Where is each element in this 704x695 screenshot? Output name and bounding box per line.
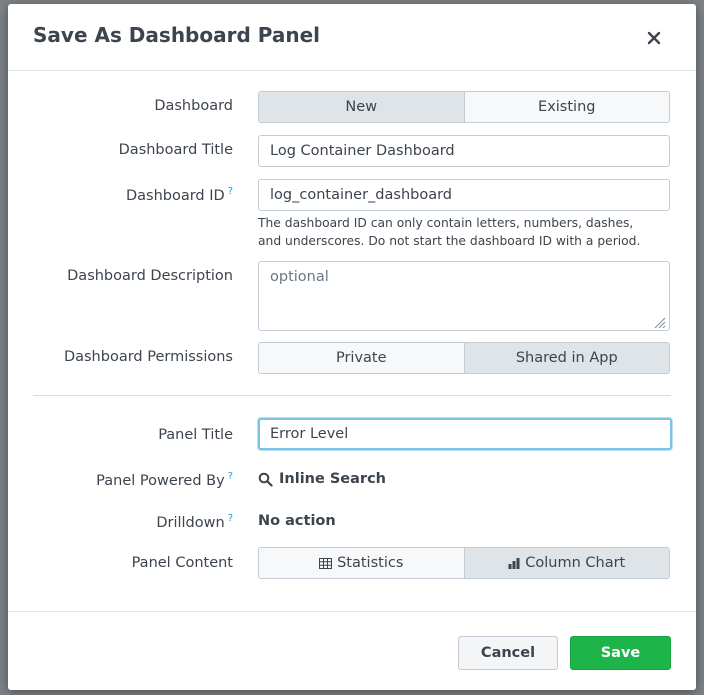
dashboard-permissions-toggle: Private Shared in App	[258, 342, 670, 374]
panel-powered-by-value[interactable]: Inline Search	[258, 471, 386, 487]
dashboard-id-label: Dashboard ID?	[126, 186, 233, 204]
drilldown-label: Drilldown?	[156, 513, 233, 531]
dashboard-id-help-line: and underscores. Do not start the dashbo…	[258, 234, 641, 248]
save-button[interactable]: Save	[570, 636, 671, 670]
dialog-title: Save As Dashboard Panel	[33, 23, 321, 47]
cancel-button[interactable]: Cancel	[458, 636, 558, 670]
dashboard-toggle: New Existing	[258, 91, 670, 123]
dashboard-permissions-label: Dashboard Permissions	[63, 349, 233, 365]
dashboard-title-label: Dashboard Title	[118, 142, 233, 158]
panel-title-label: Panel Title	[158, 427, 233, 443]
drilldown-label-text: Drilldown	[156, 514, 225, 531]
dialog-header: Save As Dashboard Panel	[8, 4, 696, 71]
panel-content-column-chart-button[interactable]: Column Chart	[463, 548, 669, 578]
section-divider	[33, 395, 671, 396]
panel-powered-by-help-mark[interactable]: ?	[228, 471, 233, 482]
dashboard-id-help-mark[interactable]: ?	[228, 186, 233, 197]
dashboard-id-help-line: The dashboard ID can only contain letter…	[258, 216, 634, 230]
panel-content-label: Panel Content	[131, 555, 233, 571]
panel-title-input[interactable]	[258, 418, 672, 450]
dialog-footer: Cancel Save	[8, 611, 696, 690]
column-chart-label: Column Chart	[525, 555, 626, 571]
panel-powered-by-label: Panel Powered By?	[96, 471, 233, 489]
panel-content-statistics-button[interactable]: Statistics	[259, 548, 464, 578]
close-button[interactable]	[640, 24, 668, 52]
panel-powered-by-label-text: Panel Powered By	[96, 472, 225, 489]
table-icon	[319, 557, 333, 569]
close-icon	[647, 31, 661, 45]
dashboard-id-label-text: Dashboard ID	[125, 187, 225, 204]
dashboard-description-textarea[interactable]	[258, 261, 670, 331]
statistics-label: Statistics	[337, 555, 404, 571]
dashboard-new-button[interactable]: New	[259, 92, 464, 122]
bar-chart-icon	[508, 557, 520, 569]
resize-grip-icon[interactable]	[652, 315, 666, 329]
dashboard-existing-button[interactable]: Existing	[463, 92, 669, 122]
panel-powered-by-text: Inline Search	[279, 471, 386, 487]
permissions-private-button[interactable]: Private	[259, 343, 464, 373]
search-icon	[258, 472, 273, 487]
save-dashboard-panel-dialog: Save As Dashboard Panel Dashboard New Ex…	[8, 4, 696, 690]
dashboard-id-help-text: The dashboard ID can only contain letter…	[258, 214, 678, 250]
dashboard-id-input[interactable]	[258, 179, 670, 211]
drilldown-value[interactable]: No action	[258, 513, 336, 529]
dashboard-title-input[interactable]	[258, 135, 670, 167]
drilldown-help-mark[interactable]: ?	[228, 513, 233, 524]
permissions-shared-button[interactable]: Shared in App	[463, 343, 669, 373]
panel-content-toggle: Statistics Column Chart	[258, 547, 670, 579]
dashboard-description-label: Dashboard Description	[67, 268, 233, 284]
dashboard-label: Dashboard	[154, 98, 233, 114]
